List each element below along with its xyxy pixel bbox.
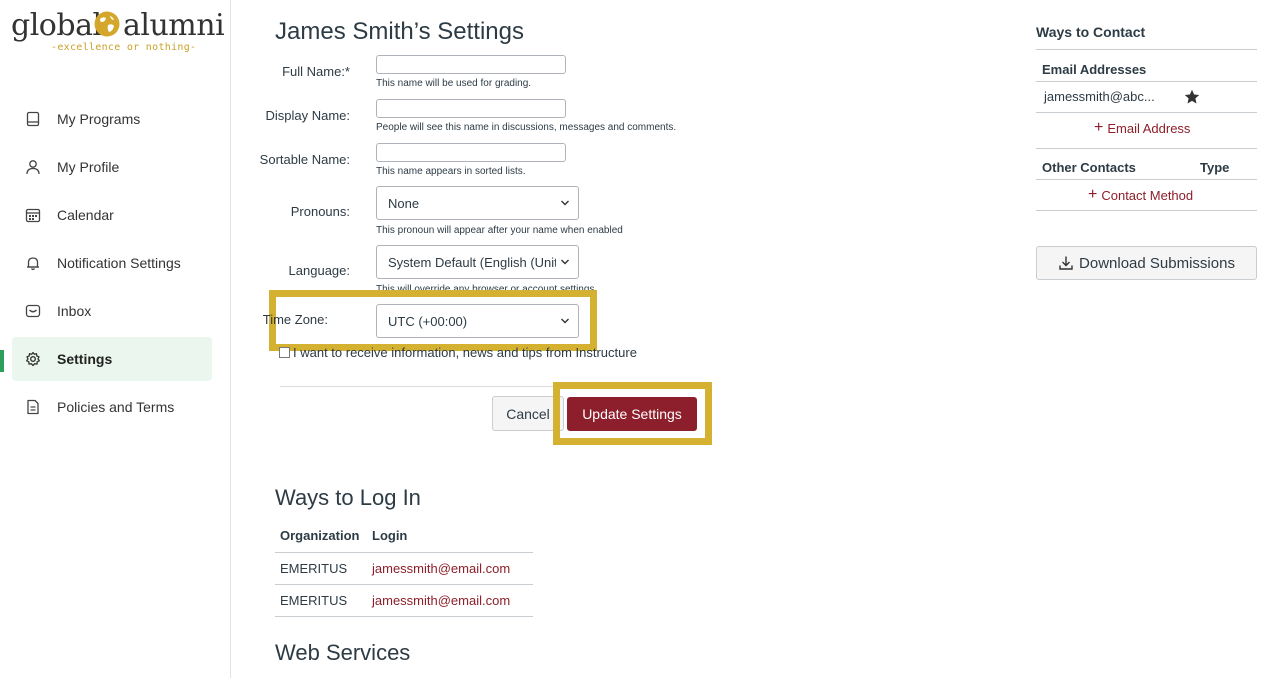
active-indicator	[0, 350, 4, 372]
email-addresses-header: Email Addresses	[1042, 62, 1147, 77]
divider	[1036, 148, 1257, 149]
language-value: System Default (English (United States))	[388, 254, 556, 270]
sidebar: global alumni -excellence or nothing- My…	[0, 0, 231, 678]
pronouns-label: Pronouns:	[290, 204, 350, 219]
ways-to-contact-title: Ways to Contact	[1036, 24, 1146, 40]
pronouns-value: None	[388, 195, 420, 211]
add-contact-method-label: Contact Method	[1101, 187, 1194, 203]
sidebar-item-label: My Programs	[57, 111, 141, 127]
document-icon	[24, 398, 42, 416]
gear-icon	[24, 350, 42, 368]
display-name-input[interactable]	[376, 99, 566, 118]
column-header-organization: Organization	[275, 520, 367, 553]
add-email-address-link[interactable]: + Email Address	[1094, 119, 1190, 137]
sidebar-item-label: Notification Settings	[57, 255, 181, 271]
web-services-heading: Web Services	[275, 640, 411, 665]
newsletter-checkbox[interactable]	[279, 347, 290, 358]
plus-icon: +	[1094, 119, 1104, 136]
organization-cell: EMERITUS	[275, 552, 367, 585]
update-settings-button[interactable]: Update Settings	[567, 397, 697, 431]
add-email-address-label: Email Address	[1107, 120, 1191, 136]
sidebar-item-settings[interactable]: Settings	[12, 337, 212, 381]
sidebar-item-label: Policies and Terms	[57, 399, 175, 415]
download-submissions-label: Download Submissions	[1079, 254, 1235, 272]
sidebar-item-calendar[interactable]: Calendar	[12, 193, 212, 237]
chevron-down-icon	[561, 200, 569, 206]
sidebar-item-my-profile[interactable]: My Profile	[12, 145, 212, 189]
inbox-icon	[24, 302, 42, 320]
time-zone-label: Time Zone:	[262, 312, 328, 327]
divider	[1036, 49, 1257, 50]
sortable-name-label: Sortable Name:	[259, 152, 350, 167]
language-label: Language:	[288, 263, 350, 278]
sidebar-nav: My Programs My Profile Calendar Notifica…	[12, 97, 212, 433]
column-header-login: Login	[367, 520, 533, 553]
pronouns-hint: This pronoun will appear after your name…	[376, 225, 623, 236]
sidebar-item-inbox[interactable]: Inbox	[12, 289, 212, 333]
global-alumni-logo[interactable]: global alumni -excellence or nothing-	[11, 6, 225, 58]
sidebar-item-policies-and-terms[interactable]: Policies and Terms	[12, 385, 212, 429]
add-contact-method-link[interactable]: + Contact Method	[1088, 186, 1193, 204]
plus-icon: +	[1088, 186, 1098, 203]
ways-to-log-in-heading: Ways to Log In	[275, 485, 421, 510]
sidebar-item-label: Calendar	[57, 207, 114, 223]
chevron-down-icon	[561, 259, 569, 265]
full-name-input[interactable]	[376, 55, 566, 74]
star-icon[interactable]	[1184, 89, 1200, 105]
full-name-hint: This name will be used for grading.	[376, 78, 532, 89]
sidebar-item-my-programs[interactable]: My Programs	[12, 97, 212, 141]
divider	[1036, 112, 1257, 113]
divider	[1036, 210, 1257, 211]
sortable-name-hint: This name appears in sorted lists.	[376, 166, 526, 177]
logo-word-global: global	[11, 8, 102, 43]
display-name-hint: People will see this name in discussions…	[376, 122, 677, 133]
calendar-icon	[24, 206, 42, 224]
book-icon	[24, 110, 42, 128]
divider	[1036, 179, 1257, 180]
sortable-name-input[interactable]	[376, 143, 566, 162]
display-name-label: Display Name:	[265, 108, 350, 123]
download-submissions-button[interactable]: Download Submissions	[1036, 246, 1257, 280]
organization-cell: EMERITUS	[275, 584, 367, 617]
time-zone-value: UTC (+00:00)	[388, 313, 468, 329]
language-select[interactable]: System Default (English (United States))	[376, 245, 579, 279]
sidebar-item-notification-settings[interactable]: Notification Settings	[12, 241, 212, 285]
pronouns-select[interactable]: None	[376, 186, 579, 220]
login-table: Organization Login EMERITUS jamessmith@e…	[275, 520, 533, 617]
table-row: EMERITUS jamessmith@email.com	[275, 584, 533, 617]
page-title: James Smith’s Settings	[275, 18, 524, 45]
full-name-label: Full Name:*	[282, 64, 350, 79]
sidebar-item-label: My Profile	[57, 159, 120, 175]
bell-icon	[24, 254, 42, 272]
logo-word-alumni: alumni	[123, 8, 225, 43]
newsletter-row: I want to receive information, news and …	[279, 345, 637, 360]
other-contacts-header: Other Contacts	[1042, 160, 1136, 175]
newsletter-label: I want to receive information, news and …	[293, 345, 637, 360]
sidebar-item-label: Inbox	[57, 303, 92, 319]
globe-icon	[94, 11, 120, 37]
chevron-down-icon	[561, 318, 569, 324]
table-header-row: Organization Login	[275, 520, 533, 553]
divider	[1036, 81, 1257, 82]
table-row: EMERITUS jamessmith@email.com	[275, 552, 533, 585]
sidebar-item-label: Settings	[57, 351, 113, 367]
download-icon	[1059, 256, 1073, 270]
email-address[interactable]: jamessmith@abc...	[1044, 89, 1155, 104]
logo-tagline: -excellence or nothing-	[51, 42, 197, 53]
type-header: Type	[1200, 160, 1230, 175]
user-icon	[24, 158, 42, 176]
login-link[interactable]: jamessmith@email.com	[367, 552, 533, 585]
main-content: James Smith’s Settings Full Name:* This …	[231, 0, 1021, 678]
time-zone-select[interactable]: UTC (+00:00)	[376, 304, 579, 338]
login-link[interactable]: jamessmith@email.com	[367, 584, 533, 617]
